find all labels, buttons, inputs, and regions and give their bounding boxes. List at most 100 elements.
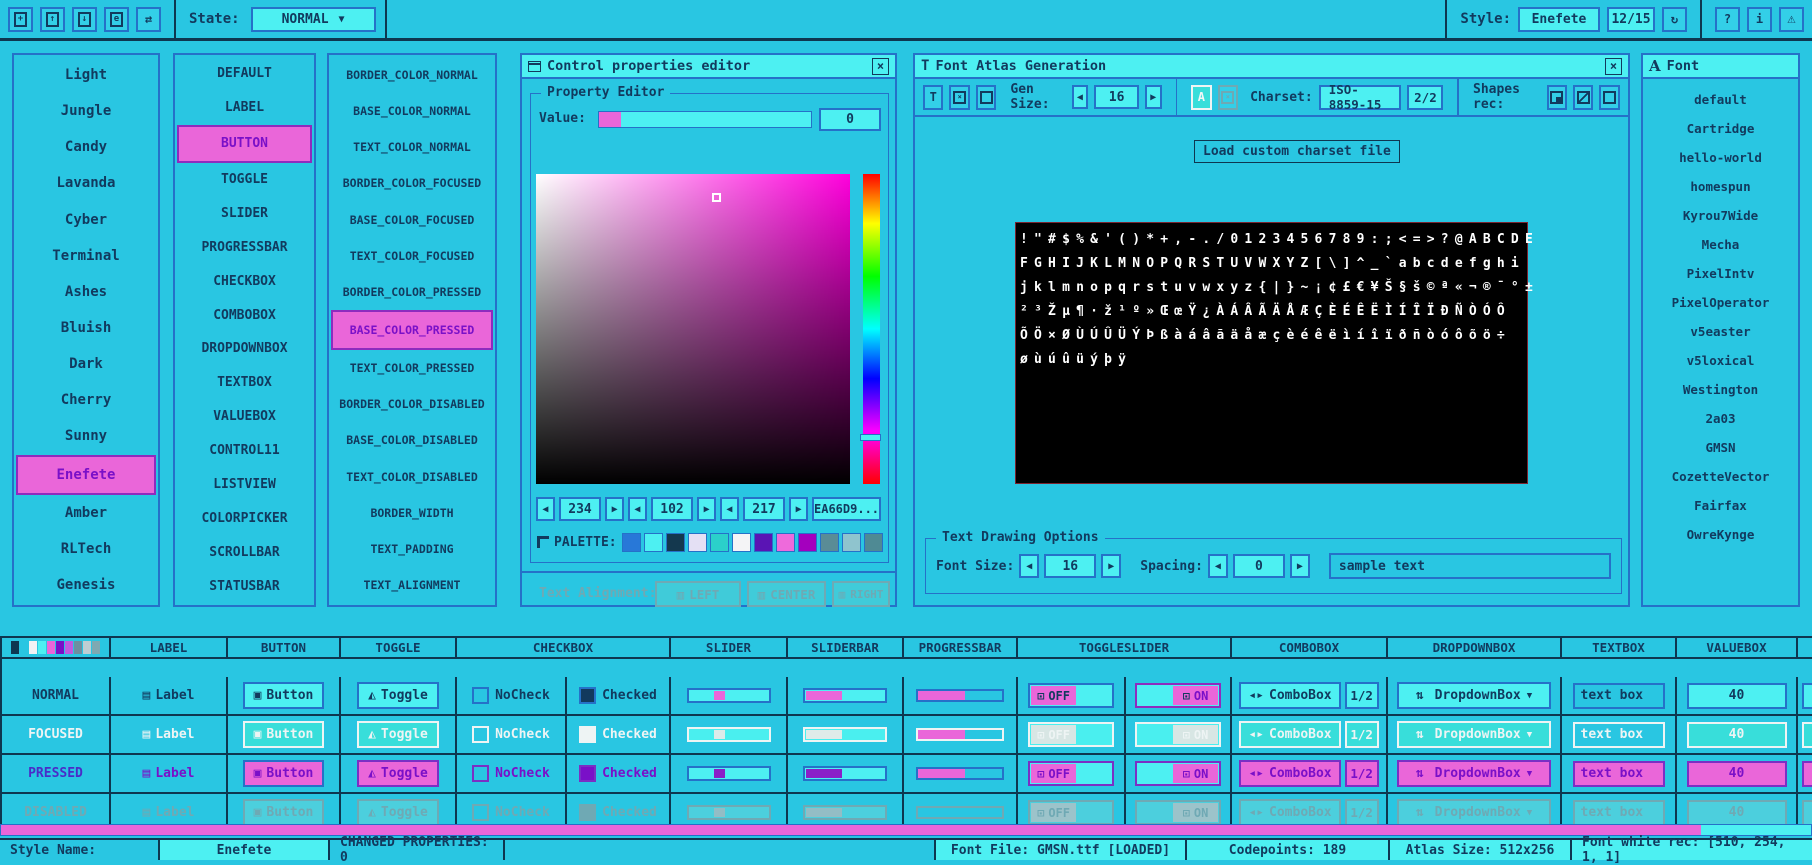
- control-list-item[interactable]: CONTROL11: [177, 434, 312, 468]
- font-list-item[interactable]: GMSN: [1643, 433, 1798, 462]
- control-list-item[interactable]: TOGGLE: [177, 163, 312, 197]
- control-list-item[interactable]: LABEL: [177, 91, 312, 125]
- control-list-item[interactable]: TEXTBOX: [177, 366, 312, 400]
- textbox-preview-pressed[interactable]: text box: [1562, 755, 1677, 794]
- checkbox-checked-icon[interactable]: [579, 726, 596, 743]
- load-style-button[interactable]: ↑: [40, 7, 65, 32]
- style-list-item[interactable]: Bluish: [16, 310, 156, 346]
- sliderbar-preview-pressed[interactable]: [788, 755, 904, 794]
- close-icon[interactable]: ×: [872, 58, 889, 75]
- report-issue-button[interactable]: ⚠: [1779, 7, 1804, 32]
- checkbox-checked-normal[interactable]: Checked: [567, 677, 671, 716]
- hex-color-box[interactable]: EA66D9...: [812, 497, 881, 521]
- property-list-item[interactable]: BASE_COLOR_PRESSED: [331, 310, 493, 350]
- style-list-item[interactable]: Dark: [16, 346, 156, 382]
- control-list-item[interactable]: COLORPICKER: [177, 501, 312, 535]
- export-style-button[interactable]: e: [104, 7, 129, 32]
- control-list-item[interactable]: LISTVIEW: [177, 468, 312, 502]
- palette-swatch[interactable]: [864, 533, 883, 552]
- style-list-item[interactable]: Cyber: [16, 202, 156, 238]
- font-list-item[interactable]: PixelIntv: [1643, 259, 1798, 288]
- clear-charset-button[interactable]: ×: [1218, 85, 1238, 110]
- slider-knob[interactable]: [714, 769, 725, 778]
- valuebox-preview-pressed[interactable]: 40: [1677, 755, 1798, 794]
- about-button[interactable]: i: [1747, 7, 1772, 32]
- style-list-item[interactable]: Amber: [16, 495, 156, 531]
- value-slider[interactable]: [598, 111, 812, 128]
- button-preview-normal[interactable]: ▣Button: [228, 677, 341, 716]
- color-picker-marker[interactable]: [712, 193, 721, 202]
- style-list-item[interactable]: RLTech: [16, 531, 156, 567]
- control-list-item[interactable]: VALUEBOX: [177, 400, 312, 434]
- style-list-item[interactable]: Jungle: [16, 93, 156, 129]
- style-name-box[interactable]: Enefete: [1518, 7, 1600, 32]
- font-size-decrease[interactable]: ◀: [1019, 554, 1039, 578]
- font-list-item[interactable]: hello-world: [1643, 143, 1798, 172]
- font-list-item[interactable]: Mecha: [1643, 230, 1798, 259]
- font-atlas-preview[interactable]: !"#$%&'()*+,-./0123456789:;<=>?@ABCDEFGH…: [1015, 222, 1528, 484]
- font-size-increase[interactable]: ▶: [1101, 554, 1121, 578]
- font-list-item[interactable]: Westington: [1643, 375, 1798, 404]
- property-list-item[interactable]: BASE_COLOR_DISABLED: [331, 422, 493, 458]
- font-list-item[interactable]: PixelOperator: [1643, 288, 1798, 317]
- combobox-preview-normal[interactable]: ◂▸ComboBox1/2: [1232, 677, 1388, 716]
- control-list-item[interactable]: COMBOBOX: [177, 298, 312, 332]
- align-right-button[interactable]: ▥RIGHT: [832, 581, 890, 607]
- palette-swatch[interactable]: [842, 533, 861, 552]
- font-list-item[interactable]: OwreKynge: [1643, 520, 1798, 549]
- property-list-item[interactable]: BASE_COLOR_FOCUSED: [331, 202, 493, 238]
- state-dropdown[interactable]: NORMAL ▼: [251, 7, 376, 32]
- style-list-item[interactable]: Terminal: [16, 238, 156, 274]
- valuebox-preview-normal[interactable]: 40: [1677, 677, 1798, 716]
- palette-swatch[interactable]: [622, 533, 641, 552]
- checkbox-unchecked-pressed[interactable]: NoCheck: [457, 755, 567, 794]
- property-list-item[interactable]: BORDER_COLOR_NORMAL: [331, 57, 493, 93]
- palette-swatch[interactable]: [666, 533, 685, 552]
- control-list-item[interactable]: CHECKBOX: [177, 264, 312, 298]
- textbox-preview-normal[interactable]: text box: [1562, 677, 1677, 716]
- dropdownbox-preview-pressed[interactable]: ⇅DropdownBox▼: [1388, 755, 1562, 794]
- checkbox-checked-focused[interactable]: Checked: [567, 716, 671, 755]
- font-atlas-titlebar[interactable]: T Font Atlas Generation ×: [915, 55, 1628, 79]
- font-list-item[interactable]: 2a03: [1643, 404, 1798, 433]
- hue-bar-marker[interactable]: [860, 434, 881, 441]
- button-preview-pressed[interactable]: ▣Button: [228, 755, 341, 794]
- blue-value-box[interactable]: 217: [743, 497, 786, 521]
- gen-size-decrease[interactable]: ◀: [1072, 85, 1089, 109]
- property-list-item[interactable]: TEXT_PADDING: [331, 531, 493, 567]
- toggleslider-off-focused[interactable]: ⊡OFF: [1018, 716, 1126, 755]
- font-list-item[interactable]: Cartridge: [1643, 114, 1798, 143]
- combobox-counter[interactable]: 1/2: [1345, 760, 1379, 787]
- control-list-item[interactable]: STATUSBAR: [177, 569, 312, 603]
- palette-swatch[interactable]: [710, 533, 729, 552]
- control-list-item[interactable]: DEFAULT: [177, 57, 312, 91]
- palette-swatch[interactable]: [688, 533, 707, 552]
- checkbox-icon[interactable]: [472, 687, 489, 704]
- align-center-button[interactable]: ▥CENTER: [747, 581, 826, 607]
- checkbox-checked-pressed[interactable]: Checked: [567, 755, 671, 794]
- property-list-item[interactable]: TEXT_COLOR_DISABLED: [331, 459, 493, 495]
- palette-swatch[interactable]: [776, 533, 795, 552]
- property-list-item[interactable]: TEXT_COLOR_FOCUSED: [331, 238, 493, 274]
- combobox-preview-focused[interactable]: ◂▸ComboBox1/2: [1232, 716, 1388, 755]
- textbox-preview-focused[interactable]: text box: [1562, 716, 1677, 755]
- style-list-item[interactable]: Light: [16, 57, 156, 93]
- control-list-item[interactable]: DROPDOWNBOX: [177, 332, 312, 366]
- spacing-increase[interactable]: ▶: [1290, 554, 1310, 578]
- palette-swatch[interactable]: [754, 533, 773, 552]
- toggleslider-off-normal[interactable]: ⊡OFF: [1018, 677, 1126, 716]
- style-list-item[interactable]: Lavanda: [16, 165, 156, 201]
- property-list-item[interactable]: BASE_COLOR_NORMAL: [331, 93, 493, 129]
- property-list-item[interactable]: TEXT_ALIGNMENT: [331, 567, 493, 603]
- shapes-rec-corner-button[interactable]: [1547, 85, 1567, 110]
- scrollbar-thumb[interactable]: [1, 825, 1701, 835]
- style-list-item[interactable]: Candy: [16, 129, 156, 165]
- font-text-button[interactable]: T: [923, 85, 943, 110]
- control-list-item[interactable]: BUTTON: [177, 125, 312, 163]
- control-list-item[interactable]: PROGRESSBAR: [177, 230, 312, 264]
- spacing-decrease[interactable]: ◀: [1208, 554, 1228, 578]
- property-list-item[interactable]: TEXT_COLOR_PRESSED: [331, 350, 493, 386]
- style-list-item[interactable]: Enefete: [16, 455, 156, 495]
- property-list-item[interactable]: BORDER_WIDTH: [331, 495, 493, 531]
- hue-bar[interactable]: [863, 174, 880, 484]
